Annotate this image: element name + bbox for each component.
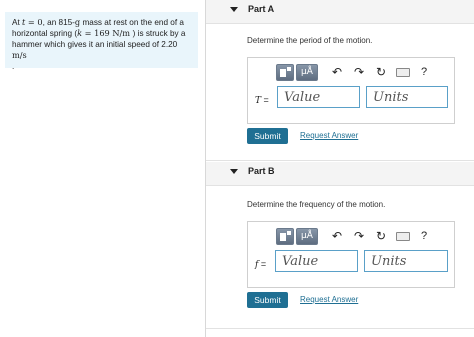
part-a-value-input[interactable]: Value [277,86,360,108]
part-b-answer-box: μÅ ↶ ↷ ↻ ? f = Value Units [247,221,455,288]
part-a-units-input[interactable]: Units [366,86,448,108]
part-divider [206,328,474,329]
part-b-variable-label: f = [255,259,267,270]
problem-statement: At t = 0, an 815-g mass at rest on the e… [5,12,198,71]
help-icon[interactable]: ? [418,66,430,78]
reset-icon[interactable]: ↻ [370,64,392,81]
problem-segment: , an 815- [42,18,75,27]
reset-icon[interactable]: ↻ [370,228,392,245]
part-a-title: Part A [248,4,275,14]
part-a-answer-box: μÅ ↶ ↷ ↻ ? T = Value Units [247,57,455,124]
part-a-toolbar: μÅ ↶ ↷ ↻ ? [276,63,430,81]
part-b-header[interactable]: Part B [206,162,474,186]
problem-segment: = 0 [25,17,43,27]
part-a-variable-label: T = [255,95,269,106]
part-b-request-answer-link[interactable]: Request Answer [300,295,358,304]
part-b-title: Part B [248,166,275,176]
redo-icon[interactable]: ↷ [348,228,370,245]
problem-segment: = 169 N/m [82,28,133,38]
symbols-icon[interactable]: μÅ [296,227,318,245]
problem-segment: m/s [12,50,27,60]
undo-icon[interactable]: ↶ [326,228,348,245]
collapse-triangle-icon[interactable] [230,7,238,12]
undo-icon[interactable]: ↶ [326,64,348,81]
collapse-triangle-icon[interactable] [230,169,238,174]
part-b-toolbar: μÅ ↶ ↷ ↻ ? [276,227,430,245]
problem-panel: At t = 0, an 815-g mass at rest on the e… [0,0,206,337]
part-b-submit-button[interactable]: Submit [247,292,288,308]
part-b-question: Determine the frequency of the motion. [247,200,386,209]
part-a-header[interactable]: Part A [206,0,474,24]
part-b-value-input[interactable]: Value [275,250,358,272]
problem-segment: At [12,18,23,27]
part-divider [206,160,474,161]
redo-icon[interactable]: ↷ [348,64,370,81]
part-a-submit-button[interactable]: Submit [247,128,288,144]
keyboard-icon[interactable] [396,231,410,241]
part-a-request-answer-link[interactable]: Request Answer [300,131,358,140]
part-b-units-input[interactable]: Units [364,250,448,272]
templates-icon[interactable] [276,63,294,81]
help-icon[interactable]: ? [418,230,430,242]
part-a-question: Determine the period of the motion. [247,36,373,45]
problem-trailing: . [12,62,15,71]
templates-icon[interactable] [276,227,294,245]
symbols-icon[interactable]: μÅ [296,63,318,81]
keyboard-icon[interactable] [396,67,410,77]
